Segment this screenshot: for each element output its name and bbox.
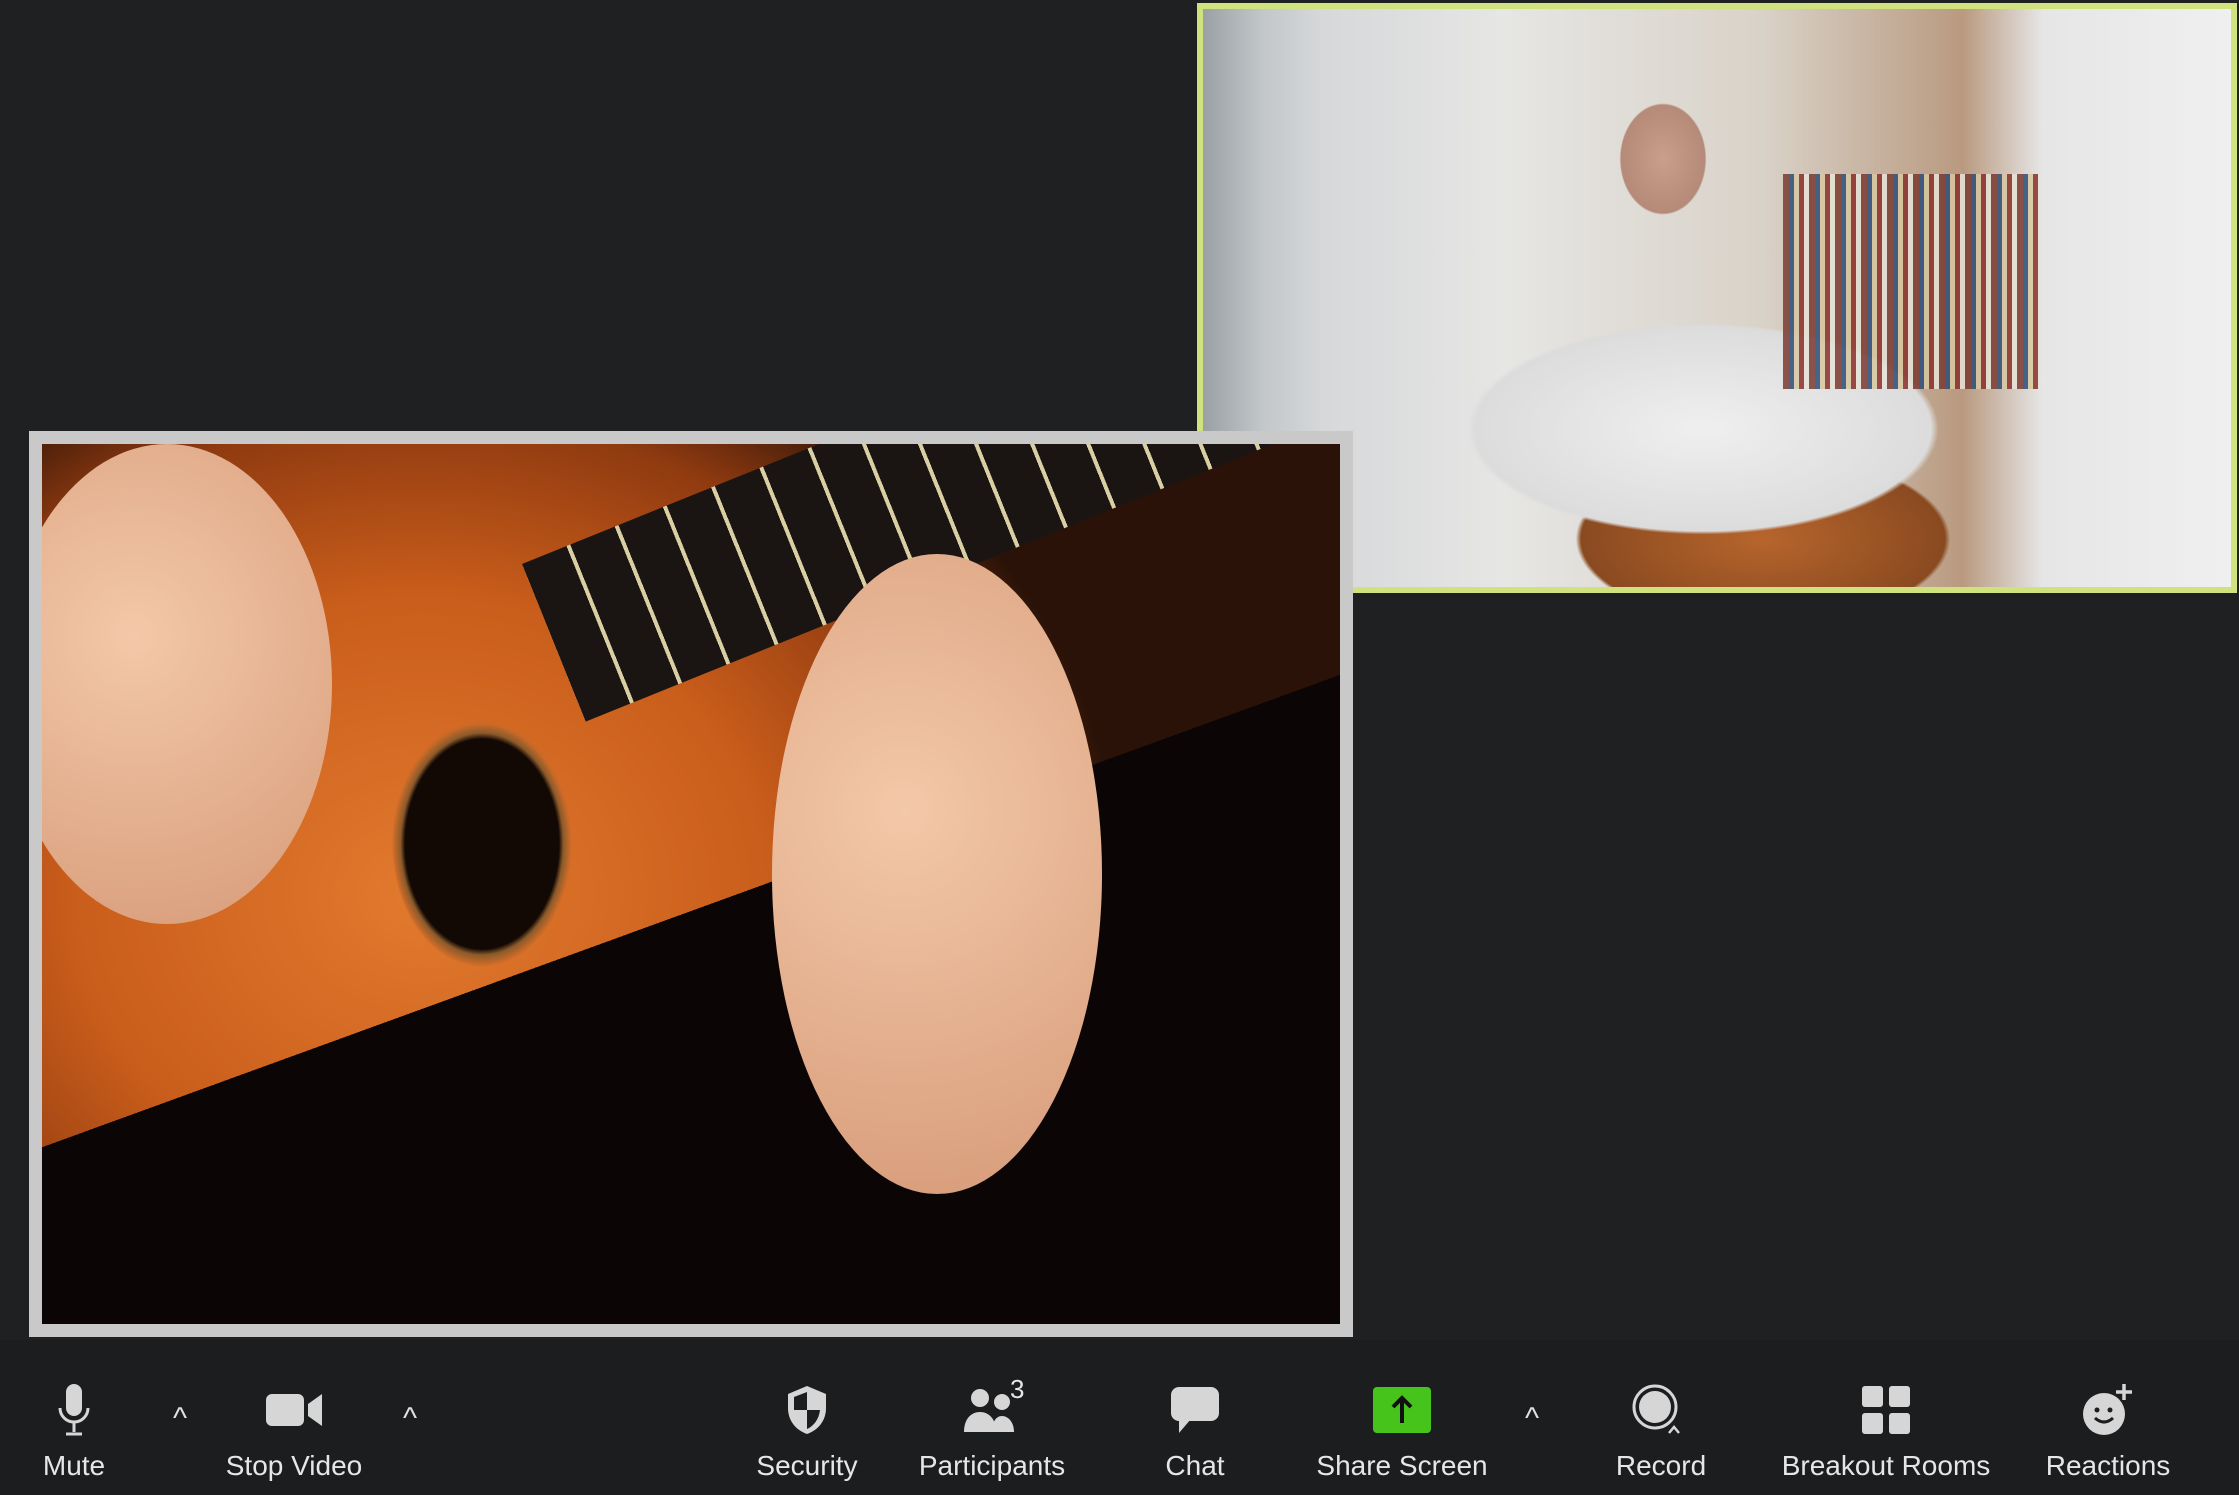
reactions-icon [2078,1380,2138,1440]
mute-label: Mute [42,1450,106,1481]
record-icon [1631,1380,1691,1440]
shield-icon [777,1380,837,1440]
audio-options-caret[interactable]: ^ [173,1402,187,1436]
share-options-caret[interactable]: ^ [1525,1402,1539,1436]
reactions-label: Reactions [2045,1450,2171,1481]
participants-icon: 3 [962,1374,1024,1440]
fretting-hand [772,554,1102,1194]
chat-bubble-icon [1165,1380,1225,1440]
share-screen-label: Share Screen [1316,1450,1488,1481]
video-camera-icon [264,1380,324,1440]
microphone-icon [44,1380,104,1440]
participant-count-badge: 3 [1010,1374,1025,1404]
record-label: Record [1615,1450,1707,1481]
meeting-toolbar: Mute ^ Stop Video ^ Security 3 Participa… [0,1340,2239,1495]
strumming-hand [42,444,332,924]
breakout-rooms-label: Breakout Rooms [1781,1450,1991,1481]
participants-label: Participants [918,1450,1066,1481]
breakout-rooms-icon [1856,1380,1916,1440]
share-screen-icon [1372,1380,1432,1440]
stop-video-label: Stop Video [225,1450,363,1481]
video-options-caret[interactable]: ^ [403,1402,417,1436]
security-label: Security [756,1450,858,1481]
chat-label: Chat [1165,1450,1225,1481]
speaker-video-tile[interactable]: e [1197,3,2237,593]
pinned-video-tile[interactable] [29,431,1353,1337]
bookshelf-background [1783,174,2038,389]
